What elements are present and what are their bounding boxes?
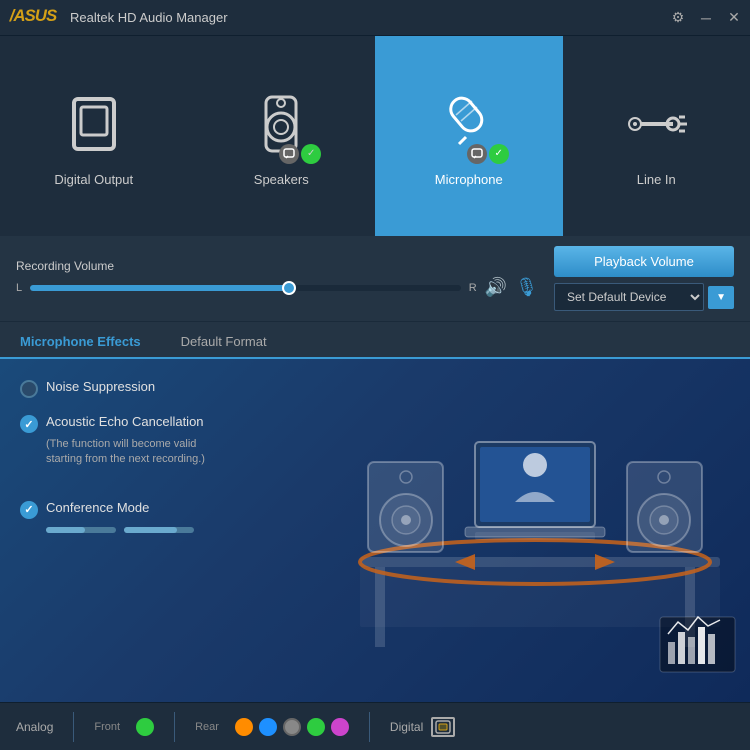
- line-in-label: Line In: [637, 172, 676, 187]
- app-title: Realtek HD Audio Manager: [70, 10, 228, 25]
- conference-slider-1-fill: [46, 527, 85, 533]
- rear-dot-2[interactable]: [259, 718, 277, 736]
- effect-tabs: Microphone Effects Default Format: [0, 322, 750, 359]
- digital-output-icon: [54, 84, 134, 164]
- speakers-badges: ✓: [279, 144, 321, 164]
- tab-microphone[interactable]: ✓ Microphone: [375, 36, 563, 236]
- speakers-icon: ✓: [241, 84, 321, 164]
- effects-left: Noise Suppression Acoustic Echo Cancella…: [20, 379, 280, 682]
- asus-logo-text: /ASUS: [8, 4, 58, 31]
- right-label: R: [469, 282, 477, 294]
- digital-icon: [431, 717, 455, 737]
- conference-sliders: [46, 527, 280, 533]
- speakers-label: Speakers: [254, 172, 309, 187]
- app-logo: /ASUS Realtek HD Audio Manager: [8, 4, 228, 31]
- window-controls: ⚙ ─ ✕: [670, 9, 742, 26]
- microphone-icon: ✓: [429, 84, 509, 164]
- rear-dot-1[interactable]: [235, 718, 253, 736]
- front-dots: [136, 718, 154, 736]
- effects-panel: Noise Suppression Acoustic Echo Cancella…: [0, 359, 750, 702]
- acoustic-echo-sublabel: (The function will become validstarting …: [46, 437, 280, 468]
- slider-row: L R 🔊 🎙: [16, 277, 538, 298]
- conference-slider-2[interactable]: [124, 527, 194, 533]
- chat-badge: [279, 144, 299, 164]
- playback-section: Playback Volume Set Default Device ▼: [554, 246, 734, 311]
- noise-suppression-item: Noise Suppression: [20, 379, 280, 398]
- conference-mode-checkbox[interactable]: [20, 501, 38, 519]
- analog-label: Analog: [16, 720, 53, 734]
- rear-dots: [235, 718, 349, 736]
- front-label: Front: [94, 721, 120, 733]
- minimize-button[interactable]: ─: [698, 10, 714, 26]
- volume-section: Recording Volume L R 🔊 🎙 Playback Volume…: [0, 236, 750, 322]
- conference-mode-label: Conference Mode: [46, 500, 149, 515]
- close-button[interactable]: ✕: [726, 9, 742, 26]
- rear-label: Rear: [195, 721, 219, 733]
- acoustic-echo-label: Acoustic Echo Cancellation: [46, 414, 204, 429]
- rear-dot-3[interactable]: [283, 718, 301, 736]
- volume-slider[interactable]: [30, 285, 461, 291]
- rear-dot-5[interactable]: [331, 718, 349, 736]
- illustration: [320, 362, 750, 702]
- acoustic-echo-checkbox[interactable]: [20, 415, 38, 433]
- front-dot-1[interactable]: [136, 718, 154, 736]
- tab-microphone-effects[interactable]: Microphone Effects: [0, 326, 161, 359]
- acoustic-echo-row: Acoustic Echo Cancellation: [20, 414, 280, 433]
- svg-text:/ASUS: /ASUS: [9, 6, 57, 25]
- divider-1: [73, 712, 74, 742]
- noise-suppression-row: Noise Suppression: [20, 379, 280, 398]
- volume-row: Recording Volume L R 🔊 🎙: [16, 259, 538, 298]
- conference-slider-2-fill: [124, 527, 177, 533]
- slider-fill: [30, 285, 288, 291]
- conference-mode-item: Conference Mode: [20, 500, 280, 533]
- mic-check-badge: ✓: [489, 144, 509, 164]
- noise-suppression-label: Noise Suppression: [46, 379, 155, 394]
- settings-button[interactable]: ⚙: [670, 9, 686, 26]
- mic-chat-badge: [467, 144, 487, 164]
- divider-2: [174, 712, 175, 742]
- recording-volume-label: Recording Volume: [16, 259, 538, 273]
- mic-badges: ✓: [467, 144, 509, 164]
- default-device-select[interactable]: Set Default Device: [554, 283, 704, 311]
- rear-section: Rear: [195, 718, 349, 736]
- line-in-icon: [616, 84, 696, 164]
- tab-line-in[interactable]: Line In: [563, 36, 750, 236]
- main-content: Digital Output ✓ Speakers: [0, 36, 750, 750]
- acoustic-echo-item: Acoustic Echo Cancellation (The function…: [20, 414, 280, 468]
- divider-3: [369, 712, 370, 742]
- digital-output-label: Digital Output: [54, 172, 133, 187]
- front-section: Front: [94, 718, 154, 736]
- digital-label: Digital: [390, 720, 423, 734]
- device-tabs: Digital Output ✓ Speakers: [0, 36, 750, 236]
- tab-digital-output[interactable]: Digital Output: [0, 36, 188, 236]
- playback-volume-button[interactable]: Playback Volume: [554, 246, 734, 277]
- dropdown-arrow-icon[interactable]: ▼: [708, 286, 734, 309]
- volume-icons: 🔊 🎙: [485, 277, 538, 298]
- microphone-label: Microphone: [435, 172, 503, 187]
- conference-mode-row: Conference Mode: [20, 500, 280, 519]
- tab-default-format[interactable]: Default Format: [161, 326, 287, 359]
- titlebar: /ASUS Realtek HD Audio Manager ⚙ ─ ✕: [0, 0, 750, 36]
- default-device-row: Set Default Device ▼: [554, 283, 734, 311]
- check-badge: ✓: [301, 144, 321, 164]
- conference-slider-1[interactable]: [46, 527, 116, 533]
- mic-icon[interactable]: 🎙: [515, 277, 538, 298]
- speaker-icon[interactable]: 🔊: [485, 277, 507, 298]
- noise-suppression-checkbox[interactable]: [20, 380, 38, 398]
- slider-thumb[interactable]: [282, 281, 296, 295]
- left-label: L: [16, 282, 22, 294]
- tab-speakers[interactable]: ✓ Speakers: [188, 36, 376, 236]
- statusbar: Analog Front Rear Digital: [0, 702, 750, 750]
- rear-dot-4[interactable]: [307, 718, 325, 736]
